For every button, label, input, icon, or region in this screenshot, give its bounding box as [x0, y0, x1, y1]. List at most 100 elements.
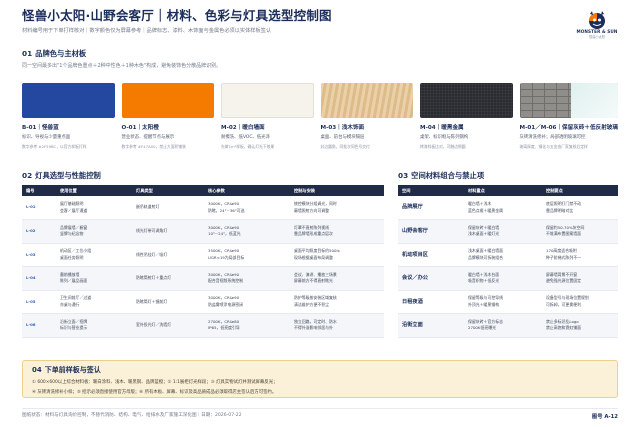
material-swatch-name: B-01｜怪兽蓝 [22, 125, 59, 131]
fixture-code: L-03 [22, 243, 56, 267]
space-material-line: 外顶光＋暖黑钢构 [468, 301, 500, 307]
space-material-line: 蓝色点缀＋暖黑金属 [468, 207, 504, 213]
table-row: L-06 沿街立面／招牌 标识与营业提示 室外投光灯／洗墙灯 2700K，CRI≥80 I… [22, 313, 384, 338]
space-material: 暖白墙＋浅木 蓝色点缀＋暖黑金属 [464, 196, 542, 220]
fixture-type-line: 防眩筒灯＋镜前灯 [136, 298, 168, 304]
fixture-location: 卫生间前厅／过道 亦桌与通行 [56, 290, 132, 314]
fixture-code: L-01 [22, 196, 56, 220]
fixture-location-line: 竖牌与纪念物 [60, 231, 84, 237]
space-name: 沿街立面 [398, 313, 464, 338]
space-name: 山野会客厅 [398, 219, 464, 244]
fixture-params: 3000K，CRI≥90 防眩，24°~36°可选 [204, 196, 290, 220]
brand-logo: MONSTER & SUN 怪兽小太阳 [576, 10, 618, 44]
material-swatch-usage: 灰砖清洗修补；局部透明玻璃可控 [519, 135, 586, 140]
space-control-line: 禁止高饱和霓虹铺面 [546, 325, 582, 331]
page-subtitle: 材料编号用于下单打样核对｜数字颜色仅为屏幕参考｜品牌标志、漆料、木饰面与金属色必… [22, 28, 272, 34]
table-header-cell: 控制与安装 [290, 185, 384, 196]
fixture-location-line: 陈列／展品画面 [60, 278, 88, 284]
material-swatch-row: B-01｜怪兽蓝标识、导视与少量重点面数字参考 #2F59BC，以官方样板打样 O… [22, 83, 618, 159]
material-swatch-usage: 标识、导视与少量重点面 [22, 135, 71, 140]
space-control: 保留约50-70%灰空间 不堆满布置图案墙面 [542, 219, 618, 244]
table-row: L-02 品牌展墙／橱窗 竖牌与纪念物 线光灯带可调角灯 3000K，CRI≥90 10°… [22, 219, 384, 244]
space-material: 暖白墙＋浅木台面 吸音织物＋低反光 [464, 266, 542, 291]
table-header-cell: 核心参数 [204, 185, 290, 196]
fixture-type: 防眩筒灯＋镜前灯 [132, 290, 204, 314]
material-swatch-usage: 桌面、前台与模块隔层 [320, 135, 365, 140]
fixture-type: 室外投光灯／洗墙灯 [132, 313, 204, 338]
section-description: 同一空间最多出"1个品牌色重点＋2种中性色＋1种木色"构成，避免装饰色分散品牌识… [22, 63, 222, 69]
section-space-materials: 03 空间材料组合与禁止项 空间 材料重点 控制要点 品牌展厅 暖白墙＋浅木 蓝色点缀＋暖… [398, 171, 618, 338]
fixture-params: 3000K，CRI≥90 10°~24°，低蓝光 [204, 219, 290, 244]
space-material: 保留灰砖＋暖白墙 浅木桌面＋暖灯光 [464, 219, 542, 244]
fixture-type-line: 线性吊挂灯／吸灯 [136, 251, 168, 257]
space-control-line: 可拆卸，可更换便利 [546, 301, 582, 307]
sheet-footer: 图纸状态：材料与灯具询价控制，不替代消防、结构、电气、给排水及厂家施工深化图｜日… [22, 408, 618, 420]
space-control-line: 靠品牌明暗对比 [546, 207, 574, 213]
material-swatch-name: M-03｜浅木饰面 [320, 125, 365, 131]
space-material: 保留等级与可控导线 外顶光＋暖黑钢构 [464, 290, 542, 314]
fixture-type: 线性吊挂灯／吸灯 [132, 243, 204, 267]
table-header-cell: 空间 [398, 185, 464, 196]
sheet-header: 怪兽小太阳·山野会客厅｜材料、色彩与灯具选型控制图 材料编号用于下单打样核对｜数… [22, 8, 618, 42]
section-number: 01 [22, 49, 33, 58]
fixture-param-line: 防盐雾喷涂电源密闭 [208, 301, 244, 307]
fixture-params: 3500K，CRI≥90 UGR<19为局部目标 [204, 243, 290, 267]
material-swatch-spec: 数字参考 #2F59BC，以官方样板打样 [22, 144, 87, 149]
fixture-location-line: 标识与营业提示 [60, 325, 88, 331]
table-row: 会议／办公 暖白墙＋浅木台面 吸音织物＋低反光 屏幕墙背景不开窗 避免强光源位置固定 [398, 266, 618, 291]
material-swatch-card: M-01／M-06｜保留灰砖＋低反射玻璃 灰砖清洗修补；局部透明玻璃可控 玻璃厚度、… [519, 83, 618, 159]
table-row: 品牌展厅 暖白墙＋浅木 蓝色点缀＋暖黑金属 底层照明打门禁不动 靠品牌明暗对比 [398, 196, 618, 220]
space-material-table: 空间 材料重点 控制要点 品牌展厅 暖白墙＋浅木 蓝色点缀＋暖黑金属 底层照明打门禁不动靠… [398, 185, 618, 338]
material-swatch-name: O-01｜太阳橙 [121, 125, 159, 131]
space-material-line: 浅木桌面＋暖灯光 [468, 231, 500, 237]
table-header-row: 编号 使用位置 灯具类型 核心参数 控制与安装 [22, 185, 384, 196]
table-row: 机动项目区 浅木桌面＋暖白墙面 品牌模块可拆装组合 170高度适合吸附 种子阶梯式陈列不… [398, 243, 618, 267]
drawing-status: 图纸状态：材料与灯具询价控制，不替代消防、结构、电气、给排水及厂家施工深化图｜日… [22, 413, 242, 418]
fixture-location-line: 会客／展厅通道 [60, 207, 88, 213]
fixture-control-line: 幕墙照射方向可调整 [294, 207, 330, 213]
space-control: 禁止多标识乱Logo 禁止高饱和霓虹铺面 [542, 313, 618, 338]
fixture-param-line: 10°~24°，低蓝光 [208, 231, 241, 237]
table-header-row: 空间 材料重点 控制要点 [398, 185, 618, 196]
space-name: 会议／办公 [398, 266, 464, 291]
table-row: L-03 机动区／工位小组 桌面任务照明 线性吊挂灯／吸灯 3500K，CRI≥90 UG… [22, 243, 384, 267]
space-control-line: 种子阶梯式陈列不一 [546, 254, 582, 260]
section-title: 01 品牌色与主材板 [22, 49, 618, 59]
fixture-control: 会议、演讲、播放三场景 屏幕前方不得直射眩光 [290, 266, 384, 291]
fixture-control-line: 不得外溢影响邻居与外 [294, 325, 333, 331]
material-swatch-sample [420, 83, 513, 118]
brand-logo-subtext: 怪兽小太阳 [589, 35, 605, 39]
table-header-cell: 控制要点 [542, 185, 618, 196]
table-row: 沿街立面 保留灰砖＋官方标志 2700K低亮曝光 禁止多标识乱Logo 禁止高饱和霓虹铺… [398, 313, 618, 338]
material-swatch-usage: 耐擦洗、低VOC、低光泽 [221, 135, 270, 140]
fixture-param-line: IP65，低亮度引导 [208, 325, 240, 331]
drawing-sheet: 怪兽小太阳·山野会客厅｜材料、色彩与灯具选型控制图 材料编号用于下单打样核对｜数… [0, 0, 640, 427]
material-swatch-card: M-03｜浅木饰面 桌面、前台与模块隔层 封边圆角，同批次同色号交付 [320, 83, 413, 159]
fixture-params: 3000K，CRI≥90 防盐雾喷涂电源密闭 [204, 290, 290, 314]
space-control: 设备型号与现场位置规划 可拆卸，可更换便利 [542, 290, 618, 314]
fixture-control: 桌面平均照度目标约500lx 现场根据桌面布局调整 [290, 243, 384, 267]
space-material: 保留灰砖＋官方标志 2700K低亮曝光 [464, 313, 542, 338]
space-control-line: 避免强光源位置固定 [546, 278, 582, 284]
fixture-code: L-05 [22, 290, 56, 314]
section-heading: 空间材料组合与禁止项 [411, 171, 485, 180]
fixture-location: 展厅基础照明 会客／展厅通道 [56, 196, 132, 220]
space-material-line: 2700K低亮曝光 [468, 325, 497, 331]
brand-logo-icon [589, 11, 605, 29]
fixture-type: 防眩筒射灯＋重点灯 [132, 266, 204, 291]
section-heading: 品牌色与主材板 [35, 49, 87, 58]
fixture-type-line: 室外投光灯／洗墙灯 [136, 322, 172, 328]
fixture-type-line: 嵌吊轨道射灯 [136, 204, 160, 210]
section-sample-signoff: 04 下单前样板与签认 ① 600×600以上综合材料板：暖白涂料、浅木、暖黑钢、… [22, 360, 618, 398]
signoff-line-2: ④ 灰砖清洗修补小样；⑤ 招示必须直接使用官方母版；⑥ 所有木板、屏幕、标识及高… [32, 390, 277, 395]
material-swatch-name: M-01／M-06｜保留灰砖＋低反射玻璃 [519, 125, 618, 131]
material-swatch-card: M-04｜暖黑金属 桌架、标识框与陈列钢构 烤漆样板比对，可触边倒圆 [420, 83, 513, 159]
material-swatch-spec: 数字参考 #F47A00，禁止大面积铺装 [121, 144, 186, 149]
signoff-line-1: ① 600×600以上综合材料板：暖白涂料、浅木、暖黑钢、品牌蓝橙；② 1:1展… [32, 380, 278, 385]
section-heading: 下单前样板与签认 [44, 366, 101, 374]
fixture-code: L-06 [22, 313, 56, 338]
fixture-code: L-02 [22, 219, 56, 244]
fixture-type: 嵌吊轨道射灯 [132, 196, 204, 220]
material-swatch-sample [221, 83, 314, 118]
table-header-cell: 灯具类型 [132, 185, 204, 196]
